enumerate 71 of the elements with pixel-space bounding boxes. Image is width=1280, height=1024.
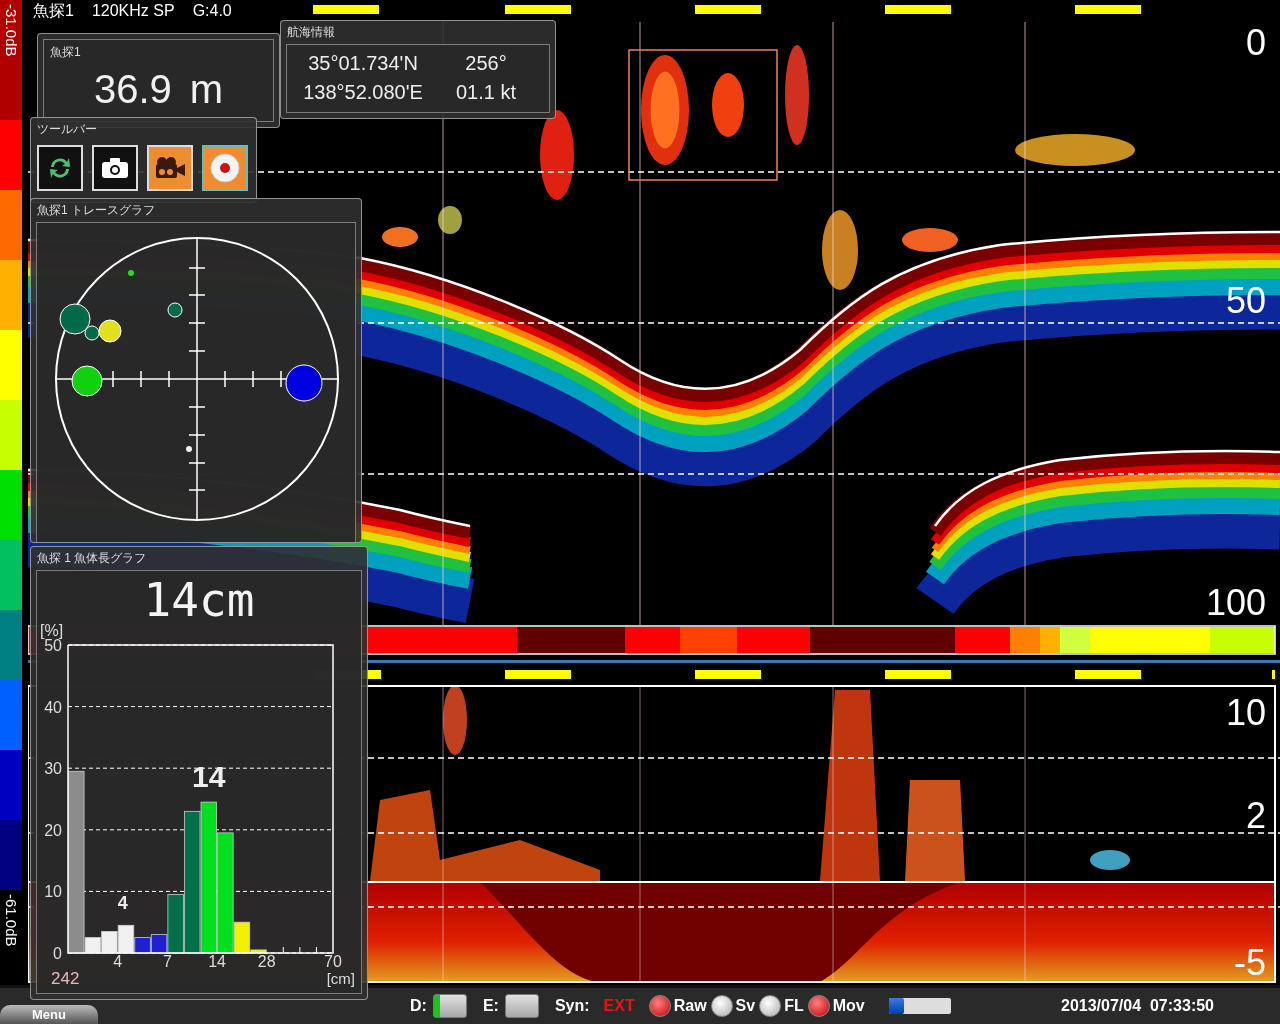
axis-tick-label: 7 (162, 953, 172, 969)
menu-button[interactable]: Menu (0, 1005, 98, 1024)
histogram-bar (101, 931, 118, 954)
fish-count: 242 (51, 969, 80, 989)
fish-school-echo (902, 228, 958, 252)
trace-point (167, 302, 183, 318)
fish-school-echo (1090, 850, 1130, 870)
mean-length: 14cm (142, 577, 256, 623)
video-button[interactable] (147, 145, 193, 191)
depth-value: 36.9 (93, 67, 172, 112)
fish-school-echo (712, 73, 744, 137)
panel-title: ツールバー (36, 121, 98, 138)
status-lamp[interactable] (710, 995, 733, 1017)
trace-point (285, 364, 323, 402)
camera-icon (101, 157, 129, 179)
trace-point (71, 365, 103, 397)
date-time: 2013/07/04 07:33:50 (1061, 997, 1214, 1015)
lamp-label: FL (784, 997, 804, 1015)
heading: 256° (464, 52, 508, 75)
depth-scale-label: 100 (1205, 585, 1266, 621)
axis-tick-label: 0 (53, 945, 62, 962)
depth-scale-label: 2 (1245, 798, 1266, 834)
switch-label: D: (410, 997, 427, 1015)
axis-tick-label: 40 (44, 698, 62, 716)
toggle-switch[interactable] (432, 994, 467, 1018)
axis-tick-label: 28 (257, 953, 276, 969)
axis-tick-label: 30 (44, 760, 62, 778)
panel-title: 魚探1 トレースグラフ (36, 202, 156, 219)
fish-school-echo (438, 206, 462, 234)
toggle-switch[interactable] (504, 994, 539, 1018)
scale-max-label: -31.0dB (2, 4, 20, 59)
data-label: 4 (117, 892, 128, 913)
trace-point (186, 446, 192, 452)
axis-unit-label: [cm] (326, 969, 355, 989)
fish-school-echo (382, 227, 418, 247)
record-button[interactable] (202, 145, 248, 191)
axis-tick-label: 70 (324, 953, 342, 969)
lamp-label: Raw (673, 997, 707, 1015)
view-title: 魚探1 (33, 0, 74, 21)
axis-tick-label: 10 (44, 883, 62, 901)
latitude: 35°01.734'N (307, 52, 419, 75)
depth-scale-label: 50 (1225, 283, 1266, 319)
lamp-label: Sv (735, 997, 756, 1015)
record-icon (209, 152, 241, 184)
video-camera-icon (154, 156, 186, 180)
axis-unit-label: [%] (40, 623, 64, 639)
axis-tick-label: 4 (113, 953, 123, 969)
sync-value: EXT (603, 997, 635, 1015)
data-label: 14 (192, 760, 226, 794)
depth-scale-label: 0 (1245, 25, 1266, 61)
trace-point (128, 270, 134, 276)
depth-scale-label: -5 (1234, 945, 1266, 981)
fish-school-echo (443, 685, 467, 755)
lamp-label: Mov (832, 997, 865, 1015)
axis-tick-label: 14 (208, 953, 226, 969)
frequency-label: 120KHz SP (91, 2, 175, 20)
depth-unit: m (189, 67, 224, 112)
panel-title: 航海情報 (286, 24, 336, 41)
refresh-button[interactable] (37, 145, 83, 191)
depth-scale-label: 10 (1225, 695, 1266, 731)
status-lamp[interactable] (759, 995, 782, 1017)
longitude: 138°52.080'E (302, 81, 424, 104)
gain-label: G:4.0 (192, 2, 232, 20)
scale-min-label: -61.0dB (2, 894, 20, 949)
switch-label: E: (482, 997, 499, 1015)
axis-tick-label: 20 (44, 821, 62, 839)
panel-title: 魚探 1 魚体長グラフ (36, 550, 148, 567)
speed: 01.1 kt (454, 81, 517, 104)
panel-title: 魚探1 (49, 44, 82, 61)
camera-button[interactable] (92, 145, 138, 191)
sync-label: Syn: (554, 997, 590, 1015)
